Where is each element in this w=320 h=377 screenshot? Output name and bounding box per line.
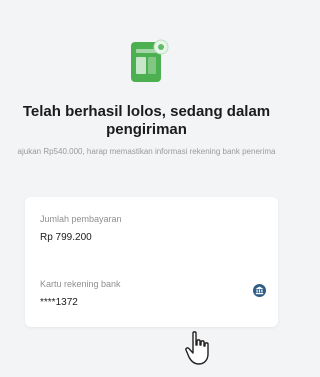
payment-info-card: Jumlah pembayaran Rp 799.200 Kartu reken… <box>25 197 278 327</box>
phone-check-icon <box>131 39 169 82</box>
bank-account-value: ****1372 <box>40 297 78 308</box>
loan-status-screen: Telah berhasil lolos, sedang dalam pengi… <box>0 0 293 377</box>
status-subtitle: ajukan Rp540.000, harap memastikan infor… <box>17 147 276 156</box>
bank-account-label: Kartu rekening bank <box>40 279 121 289</box>
amount-label: Jumlah pembayaran <box>40 214 122 224</box>
amount-value: Rp 799.200 <box>40 232 92 243</box>
status-title: Telah berhasil lolos, sedang dalam pengi… <box>22 103 271 138</box>
hand-pointer-icon <box>185 331 209 365</box>
bank-icon[interactable] <box>253 284 266 297</box>
bank-glyph-icon <box>255 286 264 295</box>
